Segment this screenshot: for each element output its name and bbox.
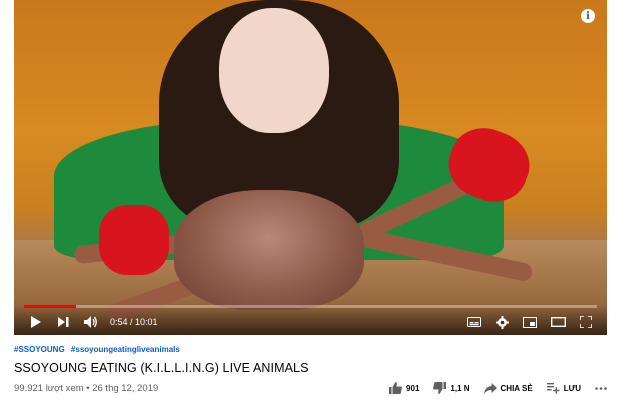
like-count: 901 [406, 383, 420, 393]
miniplayer-button[interactable] [519, 311, 541, 333]
action-bar: 901 1,1 N CHIA SẺ LƯU [375, 382, 607, 394]
theater-mode-button[interactable] [547, 311, 569, 333]
share-label: CHIA SẺ [500, 383, 533, 393]
video-scene-person-face [219, 8, 329, 133]
volume-icon [84, 316, 97, 328]
save-button[interactable]: LƯU [546, 382, 581, 394]
fullscreen-button[interactable] [575, 311, 597, 333]
info-icon[interactable]: i [581, 9, 595, 23]
share-button[interactable]: CHIA SẺ [483, 382, 533, 394]
next-button[interactable] [52, 311, 74, 333]
fullscreen-icon [580, 316, 592, 328]
progress-fill [24, 305, 76, 308]
thumbs-up-icon [389, 382, 402, 394]
player-controls: 0:54 / 10:01 [14, 305, 607, 335]
progress-bar[interactable] [24, 305, 597, 308]
hashtag-link[interactable]: #ssoyoungeatingliveanimals [71, 345, 180, 354]
play-icon [30, 316, 41, 328]
miniplayer-icon [523, 316, 537, 328]
like-button[interactable]: 901 [389, 382, 419, 394]
play-button[interactable] [24, 311, 46, 333]
skip-next-icon [57, 317, 68, 327]
thumbs-down-icon [433, 382, 447, 394]
settings-button[interactable] [491, 311, 513, 333]
more-actions-button[interactable] [595, 386, 607, 390]
time-display: 0:54 / 10:01 [110, 317, 158, 327]
video-scene-glove-left [99, 205, 169, 275]
controls-row: 0:54 / 10:01 [24, 311, 597, 333]
subtitles-icon [467, 317, 481, 327]
dislike-count: 1,1 N [450, 383, 470, 393]
subtitles-button[interactable] [463, 311, 485, 333]
video-title: SSOYOUNG EATING (K.I.L.L.I.N.G) LIVE ANI… [14, 361, 309, 375]
dislike-button[interactable]: 1,1 N [433, 382, 470, 394]
theater-icon [550, 317, 566, 327]
view-count-date: 99.921 lượt xem • 26 thg 12, 2019 [14, 382, 159, 394]
hashtags: #SSOYOUNG #ssoyoungeatingliveanimals [14, 345, 607, 354]
hashtag-link[interactable]: #SSOYOUNG [14, 345, 65, 354]
volume-button[interactable] [80, 311, 102, 333]
save-label: LƯU [563, 383, 581, 393]
playlist-add-icon [546, 382, 560, 394]
share-icon [483, 382, 497, 394]
gear-icon [495, 315, 509, 329]
video-info-row: 99.921 lượt xem • 26 thg 12, 2019 901 1,… [14, 380, 607, 396]
video-scene-crab [174, 190, 364, 310]
more-horizontal-icon [595, 386, 607, 390]
video-frame[interactable] [14, 0, 607, 335]
video-meta: #SSOYOUNG #ssoyoungeatingliveanimals SSO… [14, 345, 607, 375]
video-player[interactable]: i 0:54 / 10:01 [14, 0, 607, 335]
